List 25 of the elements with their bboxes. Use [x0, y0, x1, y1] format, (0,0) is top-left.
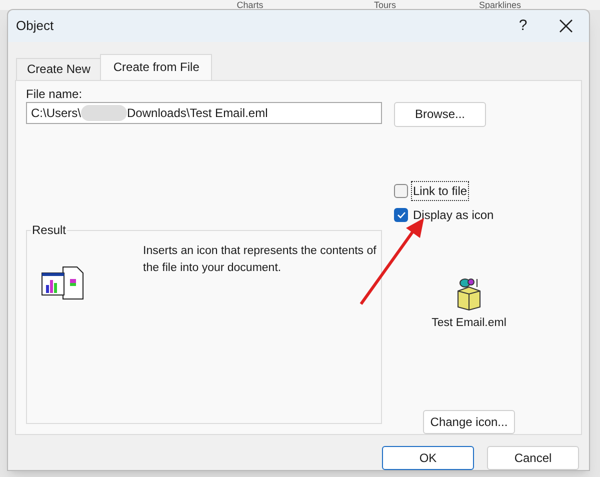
group-title: Result — [31, 222, 68, 237]
icon-caption: Test Email.eml — [432, 316, 506, 331]
checkbox-label: Link to file — [411, 180, 470, 201]
result-description: Inserts an icon that represents the contents of the file into your document. — [143, 244, 378, 276]
dialog-button[interactable]: OK — [382, 446, 474, 470]
change-icon-button[interactable]: Change icon... — [423, 410, 515, 434]
ribbon-group-label: Sparklines — [478, 0, 522, 10]
file-name-field[interactable]: C:\Users\ Downloads\Test Email.eml — [26, 102, 382, 124]
path-text: Downloads\Test Email.eml — [127, 104, 268, 122]
window-title: Object — [16, 17, 55, 36]
check-icon — [396, 210, 406, 219]
document-chart-icon — [41, 264, 85, 301]
path-text: C:\Users\ — [31, 104, 82, 122]
ribbon-group-label: Charts — [236, 0, 264, 10]
browse-button[interactable]: Browse... — [394, 102, 486, 127]
close-icon — [559, 19, 573, 33]
ribbon-group-label: Tours — [372, 0, 397, 10]
field-label: File name: — [26, 86, 84, 102]
tab[interactable]: Create from File — [100, 54, 212, 80]
dialog-button[interactable]: Cancel — [487, 446, 579, 470]
help-button[interactable]: ? — [503, 10, 543, 42]
tab[interactable]: Create New — [16, 58, 100, 80]
checkbox-label: Display as icon — [412, 206, 495, 224]
checkbox[interactable] — [394, 184, 408, 198]
checkbox[interactable] — [394, 208, 408, 222]
